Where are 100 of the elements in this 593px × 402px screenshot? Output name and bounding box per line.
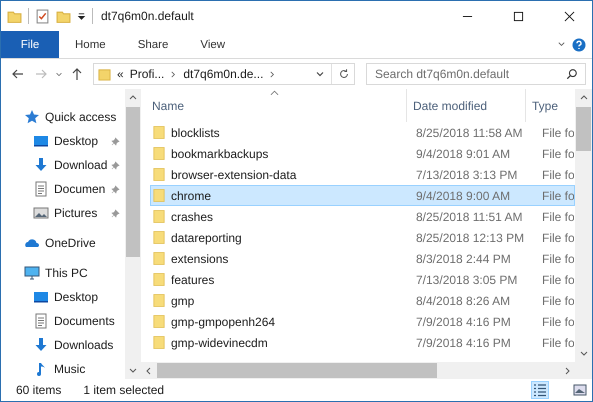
- folder-icon: [153, 125, 165, 140]
- column-header[interactable]: Type: [532, 98, 558, 112]
- folder-icon: [153, 230, 165, 245]
- file-name: blocklists: [171, 126, 220, 140]
- file-row[interactable]: chrome 9/4/2018 9:00 AM File fo: [150, 185, 575, 206]
- pin-icon: [111, 160, 120, 170]
- file-name: bookmarkbackups: [171, 146, 268, 160]
- folder-icon: [153, 251, 165, 266]
- item-count: 60 items: [16, 383, 62, 397]
- chevron-icon[interactable]: [269, 70, 276, 78]
- file-name: gmp-gmpopenh264: [171, 314, 276, 328]
- nav-item[interactable]: This PC: [45, 266, 88, 280]
- type-cell: File fo: [542, 168, 574, 182]
- desktop-icon: [33, 133, 49, 149]
- nav-item[interactable]: Download: [54, 158, 108, 172]
- file-row[interactable]: datareporting 8/25/2018 12:13 PM File fo: [150, 227, 575, 248]
- address-bar[interactable]: « Profi... dt7q6m0n.de...: [93, 63, 355, 85]
- maximize-icon[interactable]: [513, 10, 524, 22]
- date-cell: 8/25/2018 11:51 AM: [416, 210, 523, 224]
- search-icon[interactable]: [566, 68, 578, 80]
- breadcrumb[interactable]: Profi...: [130, 67, 164, 81]
- date-cell: 7/13/2018 3:13 PM: [416, 168, 518, 182]
- ribbon-tab[interactable]: File: [1, 31, 59, 58]
- file-row[interactable]: gmp-gmpopenh264 7/9/2018 4:16 PM File fo: [150, 311, 575, 332]
- file-name: datareporting: [171, 230, 242, 244]
- scrollbar[interactable]: [125, 89, 141, 379]
- type-cell: File fo: [542, 252, 574, 266]
- details-view-icon[interactable]: [532, 382, 548, 398]
- file-name: chrome: [171, 188, 212, 202]
- folder-icon: [153, 209, 165, 224]
- type-cell: File fo: [542, 294, 574, 308]
- date-cell: 8/25/2018 12:13 PM: [416, 230, 524, 244]
- folder-icon: [153, 314, 165, 329]
- nav-item[interactable]: Quick access: [45, 110, 116, 124]
- folder-icon: [98, 68, 111, 80]
- desktop-icon: [33, 289, 49, 305]
- picture-icon: [33, 205, 49, 221]
- star-icon: [24, 109, 40, 125]
- type-cell: File fo: [542, 210, 574, 224]
- pin-icon: [111, 136, 120, 146]
- scrollbar[interactable]: [575, 89, 592, 362]
- nav-item[interactable]: Music: [54, 362, 86, 376]
- large-icons-view-icon[interactable]: [572, 382, 588, 398]
- dropdown-icon[interactable]: [77, 12, 86, 20]
- type-cell: File fo: [542, 272, 574, 286]
- scroll-thumb[interactable]: [157, 363, 437, 378]
- pin-icon: [111, 208, 120, 218]
- file-name: gmp: [171, 294, 194, 308]
- nav-item[interactable]: Desktop: [54, 134, 98, 148]
- breadcrumb[interactable]: «: [117, 67, 124, 81]
- help-icon[interactable]: [572, 38, 586, 52]
- folder-icon: [153, 167, 165, 182]
- close-icon[interactable]: [564, 10, 575, 22]
- recent-locations-icon[interactable]: [55, 70, 63, 78]
- file-row[interactable]: crashes 8/25/2018 11:51 AM File fo: [150, 206, 575, 227]
- back-icon[interactable]: [11, 67, 25, 81]
- type-cell: File fo: [542, 230, 574, 244]
- pin-icon: [111, 184, 120, 194]
- scroll-thumb[interactable]: [576, 107, 591, 151]
- file-row[interactable]: gmp 8/4/2018 8:26 AM File fo: [150, 290, 575, 311]
- file-row[interactable]: blocklists 8/25/2018 11:58 AM File fo: [150, 122, 575, 143]
- chevron-icon[interactable]: [170, 70, 178, 78]
- column-header[interactable]: Name: [152, 98, 184, 112]
- properties-icon[interactable]: [35, 8, 50, 24]
- nav-item[interactable]: Pictures: [54, 206, 98, 220]
- file-row[interactable]: browser-extension-data 7/13/2018 3:13 PM File fo: [150, 164, 575, 185]
- download-arrow-icon: [33, 157, 49, 173]
- file-row[interactable]: extensions 8/3/2018 2:44 PM File fo: [150, 248, 575, 269]
- date-cell: 7/9/2018 4:16 PM: [416, 314, 511, 328]
- folder-icon: [153, 335, 165, 350]
- breadcrumb[interactable]: dt7q6m0n.de...: [183, 67, 264, 81]
- document-icon: [33, 181, 49, 197]
- download-arrow-icon: [33, 337, 49, 353]
- nav-item[interactable]: OneDrive: [45, 236, 96, 250]
- scroll-thumb[interactable]: [126, 107, 140, 257]
- nav-item[interactable]: Downloads: [54, 338, 114, 352]
- nav-item[interactable]: Documents: [54, 314, 115, 328]
- column-header[interactable]: Date modified: [413, 98, 488, 112]
- file-row[interactable]: bookmarkbackups 9/4/2018 9:01 AM File fo: [150, 143, 575, 164]
- up-icon[interactable]: [70, 67, 84, 81]
- date-cell: 7/13/2018 3:05 PM: [416, 272, 518, 286]
- document-icon: [33, 313, 49, 329]
- dropdown-icon[interactable]: [315, 69, 325, 79]
- file-row[interactable]: features 7/13/2018 3:05 PM File fo: [150, 269, 575, 290]
- folder-icon: [153, 146, 165, 161]
- date-cell: 8/25/2018 11:58 AM: [416, 126, 523, 140]
- expand-ribbon-icon[interactable]: [557, 40, 566, 49]
- file-row[interactable]: gmp-widevinecdm 7/9/2018 4:16 PM File fo: [150, 332, 575, 353]
- search-field[interactable]: Search dt7q6m0n.default: [366, 63, 586, 85]
- type-cell: File fo: [542, 146, 574, 160]
- nav-item[interactable]: Documen: [54, 182, 106, 196]
- monitor-icon: [24, 265, 40, 281]
- date-cell: 9/4/2018 9:00 AM: [416, 188, 510, 202]
- folder-icon: [153, 293, 165, 308]
- file-name: crashes: [171, 210, 214, 224]
- file-name: features: [171, 272, 214, 286]
- refresh-icon[interactable]: [338, 68, 350, 80]
- type-cell: File fo: [542, 314, 574, 328]
- nav-item[interactable]: Desktop: [54, 290, 98, 304]
- window-title: dt7q6m0n.default: [101, 9, 194, 23]
